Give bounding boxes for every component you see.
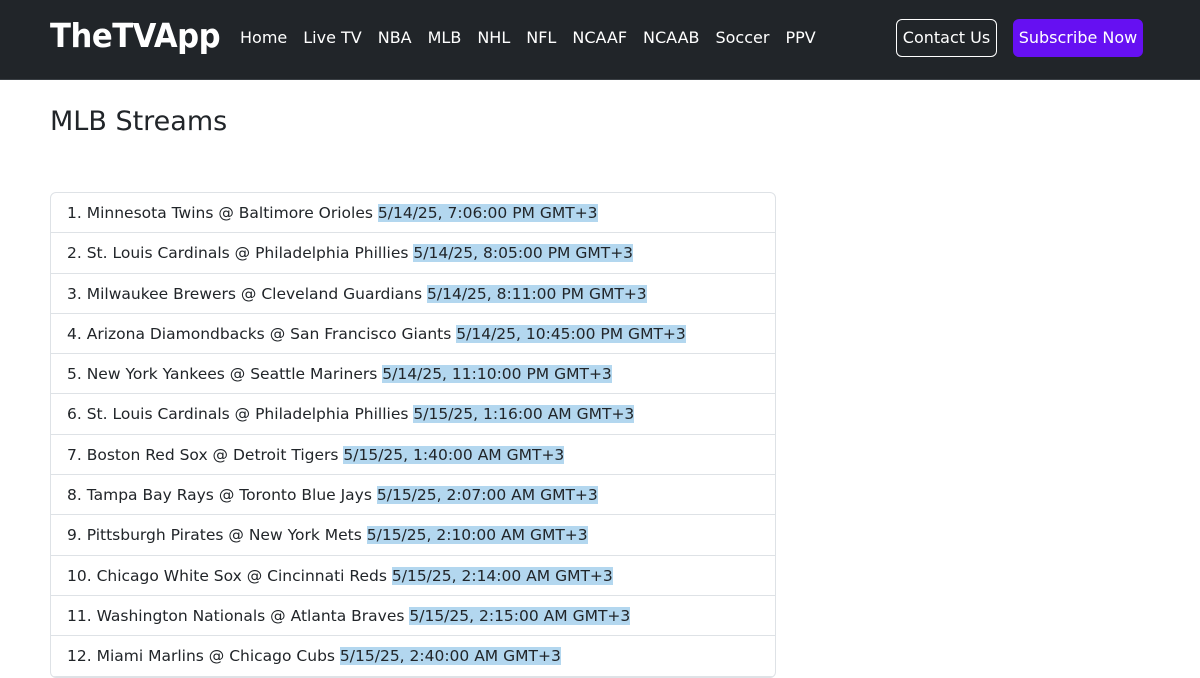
nav-link-live-tv[interactable]: Live TV — [303, 26, 361, 50]
nav-link-nhl[interactable]: NHL — [477, 26, 510, 50]
subscribe-now-button[interactable]: Subscribe Now — [1013, 19, 1143, 57]
nav-link-ncaab[interactable]: NCAAB — [643, 26, 699, 50]
nav-link-home[interactable]: Home — [240, 26, 287, 50]
game-time: 5/15/25, 1:16:00 AM GMT+3 — [413, 405, 635, 424]
game-matchup: 7. Boston Red Sox @ Detroit Tigers — [67, 445, 339, 464]
game-time: 5/14/25, 7:06:00 PM GMT+3 — [377, 204, 598, 222]
nav-link-soccer[interactable]: Soccer — [715, 26, 769, 50]
game-matchup: 1. Minnesota Twins @ Baltimore Orioles — [67, 204, 373, 222]
nav-link-mlb[interactable]: MLB — [428, 26, 462, 50]
nav-link-nba[interactable]: NBA — [378, 26, 412, 50]
nav-link-ncaaf[interactable]: NCAAF — [572, 26, 627, 50]
game-matchup: 11. Washington Nationals @ Atlanta Brave… — [67, 606, 405, 625]
game-matchup: 5. New York Yankees @ Seattle Mariners — [67, 365, 378, 384]
game-list: 1. Minnesota Twins @ Baltimore Orioles 5… — [50, 192, 776, 678]
site-logo[interactable]: TheTVApp — [50, 14, 221, 58]
game-matchup: 12. Miami Marlins @ Chicago Cubs — [67, 647, 335, 666]
game-time: 5/15/25, 1:40:00 AM GMT+3 — [343, 445, 565, 464]
game-time: 5/15/25, 2:40:00 AM GMT+3 — [339, 647, 561, 666]
game-time: 5/14/25, 11:10:00 PM GMT+3 — [382, 365, 612, 384]
game-time: 5/14/25, 8:11:00 PM GMT+3 — [427, 284, 647, 303]
game-list-item[interactable]: 2. St. Louis Cardinals @ Philadelphia Ph… — [51, 233, 775, 274]
game-list-item[interactable]: 12. Miami Marlins @ Chicago Cubs 5/15/25… — [51, 636, 775, 677]
game-list-item[interactable]: 6. St. Louis Cardinals @ Philadelphia Ph… — [51, 394, 775, 435]
game-list-item[interactable]: 5. New York Yankees @ Seattle Mariners 5… — [51, 354, 775, 395]
game-matchup: 10. Chicago White Sox @ Cincinnati Reds — [67, 566, 387, 585]
game-matchup: 6. St. Louis Cardinals @ Philadelphia Ph… — [67, 405, 409, 424]
game-list-item[interactable]: 11. Washington Nationals @ Atlanta Brave… — [51, 596, 775, 637]
game-matchup: 4. Arizona Diamondbacks @ San Francisco … — [67, 324, 452, 343]
game-matchup: 2. St. Louis Cardinals @ Philadelphia Ph… — [67, 244, 409, 263]
main-nav: Home Live TV NBA MLB NHL NFL NCAAF NCAAB… — [240, 26, 816, 50]
game-matchup: 8. Tampa Bay Rays @ Toronto Blue Jays — [67, 486, 372, 505]
game-time: 5/15/25, 2:10:00 AM GMT+3 — [366, 526, 588, 545]
game-time: 5/15/25, 2:15:00 AM GMT+3 — [409, 606, 631, 625]
game-time: 5/15/25, 2:07:00 AM GMT+3 — [376, 486, 598, 505]
game-list-item[interactable]: 10. Chicago White Sox @ Cincinnati Reds … — [51, 556, 775, 596]
top-navbar: TheTVApp Home Live TV NBA MLB NHL NFL NC… — [0, 0, 1200, 80]
game-list-item[interactable]: 8. Tampa Bay Rays @ Toronto Blue Jays 5/… — [51, 475, 775, 516]
game-list-item[interactable]: 4. Arizona Diamondbacks @ San Francisco … — [51, 314, 775, 355]
nav-link-nfl[interactable]: NFL — [526, 26, 556, 50]
game-list-item[interactable]: 1. Minnesota Twins @ Baltimore Orioles 5… — [51, 193, 775, 234]
game-list-item[interactable]: 9. Pittsburgh Pirates @ New York Mets 5/… — [51, 515, 775, 556]
game-time: 5/15/25, 2:14:00 AM GMT+3 — [391, 566, 613, 585]
game-matchup: 9. Pittsburgh Pirates @ New York Mets — [67, 526, 362, 545]
game-time: 5/14/25, 8:05:00 PM GMT+3 — [413, 244, 634, 263]
game-time: 5/14/25, 10:45:00 PM GMT+3 — [456, 324, 686, 343]
game-matchup: 3. Milwaukee Brewers @ Cleveland Guardia… — [67, 284, 423, 303]
page-title: MLB Streams — [50, 106, 228, 137]
nav-link-ppv[interactable]: PPV — [785, 26, 815, 50]
contact-us-button[interactable]: Contact Us — [896, 19, 997, 57]
game-list-item[interactable]: 7. Boston Red Sox @ Detroit Tigers 5/15/… — [51, 435, 775, 476]
game-list-item[interactable]: 3. Milwaukee Brewers @ Cleveland Guardia… — [51, 274, 775, 314]
